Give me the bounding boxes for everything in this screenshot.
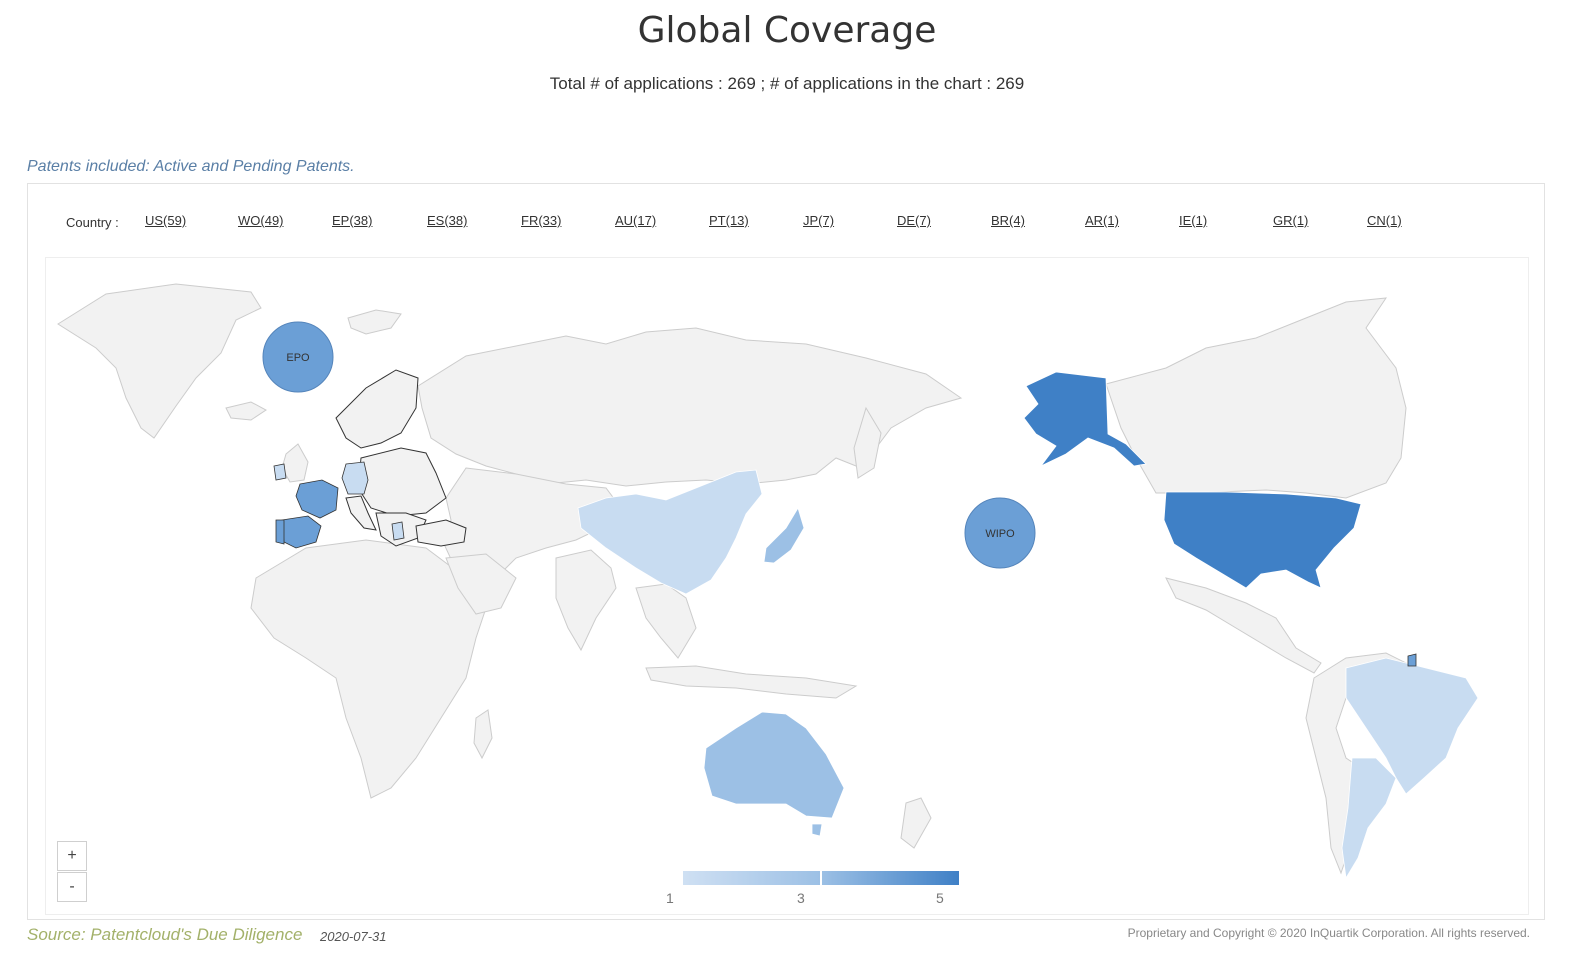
region-greece[interactable] — [391, 521, 405, 541]
region-india[interactable] — [555, 549, 617, 652]
region-russia[interactable] — [417, 327, 963, 487]
country-link-ep[interactable]: EP(38) — [332, 213, 372, 228]
country-link-fr[interactable]: FR(33) — [521, 213, 561, 228]
country-link-ie[interactable]: IE(1) — [1179, 213, 1207, 228]
region-southeast-asia[interactable] — [635, 583, 697, 659]
map-panel: Country : US(59) WO(49) EP(38) ES(38) FR… — [27, 183, 1545, 920]
region-iceland[interactable] — [225, 401, 267, 421]
region-scandinavia[interactable] — [335, 369, 419, 449]
country-link-au[interactable]: AU(17) — [615, 213, 656, 228]
region-canada[interactable] — [1105, 297, 1407, 499]
country-label: Country : — [66, 213, 126, 233]
legend-split — [820, 871, 822, 885]
wipo-label: WIPO — [985, 528, 1015, 540]
region-madagascar[interactable] — [473, 709, 493, 760]
country-link-pt[interactable]: PT(13) — [709, 213, 749, 228]
country-link-jp[interactable]: JP(7) — [803, 213, 834, 228]
region-france[interactable] — [295, 479, 339, 519]
legend-label-9: 9 — [936, 912, 944, 914]
legend-label-3: 3 — [797, 890, 805, 906]
country-link-es[interactable]: ES(38) — [427, 213, 467, 228]
legend-color-bar — [683, 871, 959, 885]
patents-included-note: Patents included: Active and Pending Pat… — [27, 158, 355, 175]
country-link-ar[interactable]: AR(1) — [1085, 213, 1119, 228]
copyright-note: Proprietary and Copyright © 2020 InQuart… — [1127, 926, 1530, 940]
world-map-svg[interactable]: EPO WIPO — [46, 258, 1529, 915]
world-map[interactable]: EPO WIPO + - 1 3 5 0 9 — [45, 257, 1529, 915]
region-eastern-europe[interactable] — [357, 447, 447, 517]
source-note: Source: Patentcloud's Due Diligence — [27, 925, 303, 944]
region-new-zealand[interactable] — [900, 797, 932, 849]
region-australia[interactable] — [703, 711, 845, 819]
country-link-us[interactable]: US(59) — [145, 213, 186, 228]
epo-bubble[interactable]: EPO — [262, 321, 334, 393]
legend-label-0: 0 — [797, 912, 805, 914]
region-ireland[interactable] — [273, 463, 287, 481]
country-link-gr[interactable]: GR(1) — [1273, 213, 1308, 228]
region-germany[interactable] — [341, 461, 369, 495]
report-date: 2020-07-31 — [320, 929, 387, 944]
wipo-bubble[interactable]: WIPO — [964, 497, 1036, 569]
region-japan[interactable] — [763, 507, 805, 564]
region-french-guiana[interactable] — [1407, 653, 1417, 667]
region-portugal[interactable] — [275, 519, 285, 545]
region-spain[interactable] — [281, 515, 322, 549]
zoom-out-button[interactable]: - — [57, 872, 87, 902]
legend-label-5: 5 — [936, 890, 944, 906]
country-link-wo[interactable]: WO(49) — [238, 213, 284, 228]
application-count: Total # of applications : 269 ; # of app… — [549, 74, 1025, 93]
page-title: Global Coverage — [637, 10, 937, 51]
region-indonesia[interactable] — [645, 665, 858, 699]
epo-label: EPO — [286, 352, 310, 364]
country-link-de[interactable]: DE(7) — [897, 213, 931, 228]
region-usa[interactable] — [1163, 491, 1362, 589]
legend-label-1: 1 — [666, 890, 674, 906]
region-africa[interactable] — [250, 539, 487, 799]
country-link-br[interactable]: BR(4) — [991, 213, 1025, 228]
country-label-text: Country : — [66, 215, 119, 230]
zoom-in-button[interactable]: + — [57, 841, 87, 871]
region-svalbard[interactable] — [347, 309, 402, 335]
region-tasmania[interactable] — [811, 823, 823, 837]
region-central-america[interactable] — [1165, 577, 1322, 674]
country-link-cn[interactable]: CN(1) — [1367, 213, 1402, 228]
